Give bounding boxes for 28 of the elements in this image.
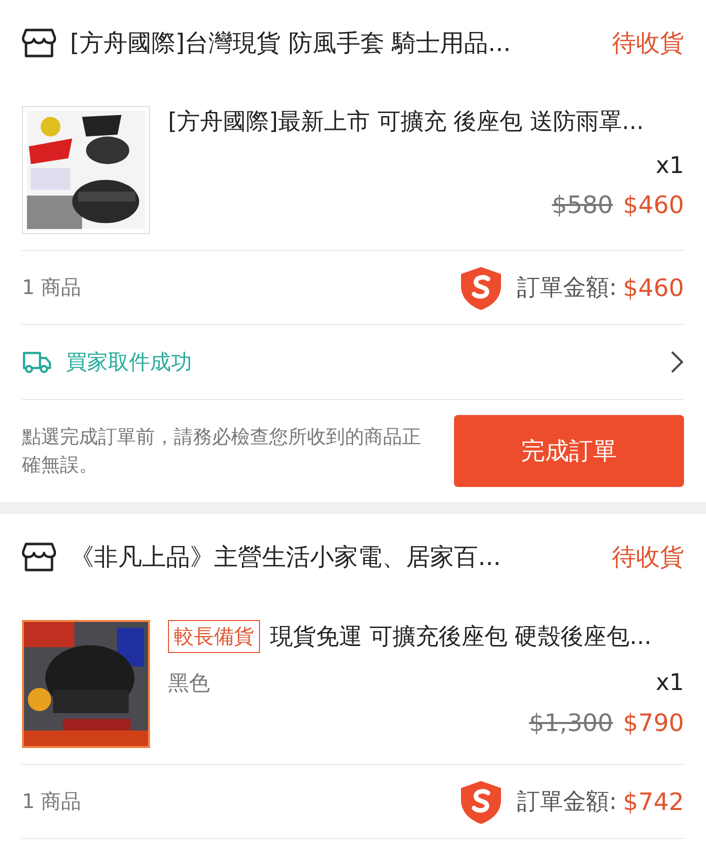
chevron-right-icon[interactable] <box>670 350 684 374</box>
sale-price: $460 <box>622 191 684 219</box>
order-total: $460 <box>622 274 684 302</box>
product-name[interactable]: 現貨免運 可擴充後座包 硬殼後座包... <box>270 621 652 652</box>
order-status: 待收貨 <box>612 542 684 573</box>
order-total: $742 <box>622 788 684 816</box>
complete-order-button[interactable]: 完成訂單 <box>454 415 684 487</box>
completion-notice: 點選完成訂單前，請務必檢查您所收到的商品正確無誤。 <box>22 424 422 478</box>
sale-price: $790 <box>622 709 684 737</box>
shield-icon <box>459 778 504 824</box>
shop-name[interactable]: [方舟國際]台灣現貨 防風手套 騎士用品... <box>70 27 598 59</box>
item-count: 1 商品 <box>22 788 82 815</box>
shield-icon <box>459 264 504 310</box>
original-price: $580 <box>552 191 613 219</box>
original-price: $1,300 <box>528 709 613 737</box>
total-label: 訂單金額: <box>517 788 617 817</box>
product-quantity: x1 <box>656 153 684 179</box>
shop-icon <box>22 28 56 58</box>
product-variant: 黑色 <box>168 670 210 697</box>
stock-tag: 較長備貨 <box>168 620 260 653</box>
order-status: 待收貨 <box>612 28 684 59</box>
product-quantity: x1 <box>656 670 684 696</box>
shop-name[interactable]: 《非凡上品》主營生活小家電、居家百... <box>70 541 598 573</box>
product-name[interactable]: [方舟國際]最新上市 可擴充 後座包 送防雨罩... <box>168 106 644 137</box>
total-label: 訂單金額: <box>517 274 617 303</box>
truck-icon <box>22 350 52 374</box>
shop-icon <box>22 542 56 572</box>
item-count: 1 商品 <box>22 274 82 301</box>
